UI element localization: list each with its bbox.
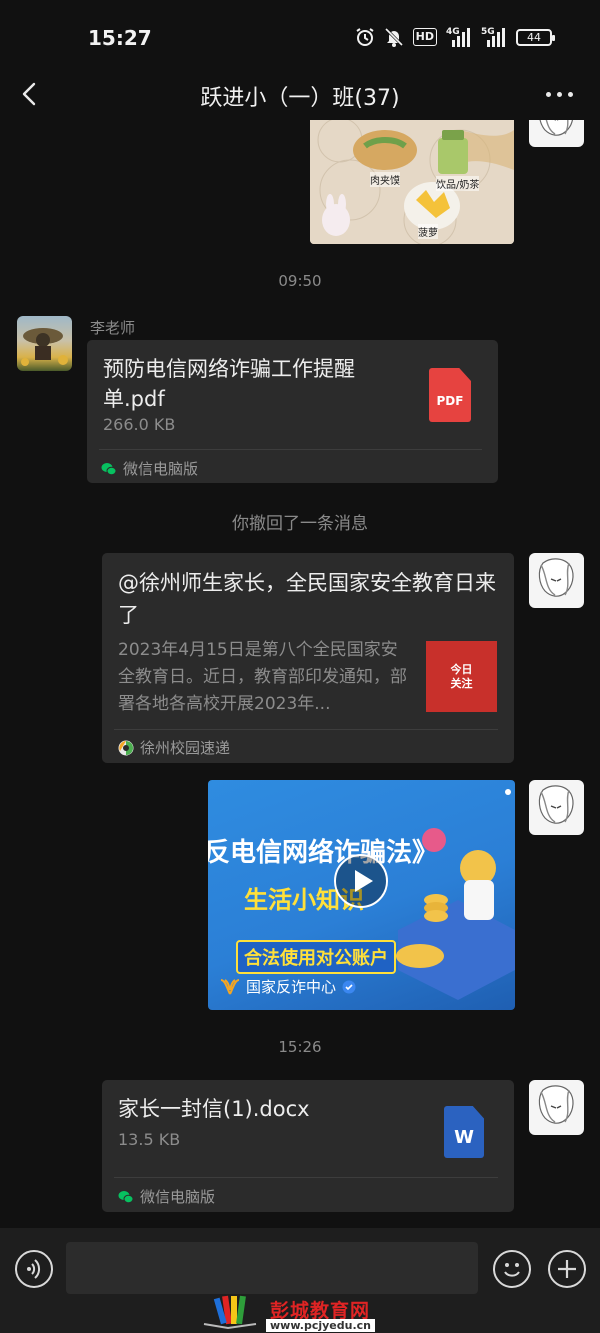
pdf-icon-label: PDF xyxy=(436,394,464,408)
more-options-button[interactable] xyxy=(546,84,576,104)
4g-signal-icon: 4G xyxy=(446,26,472,48)
file-source-label: 微信电脑版 xyxy=(123,460,199,478)
file-size: 13.5 KB xyxy=(118,1130,181,1149)
divider xyxy=(114,1177,498,1178)
watermark-url: www.pcjyedu.cn xyxy=(266,1319,375,1332)
article-title: @徐州师生家长，全民国家安全教育日来了 xyxy=(118,571,496,627)
pdf-file-message[interactable]: 预防电信网络诈骗工作提醒单.pdf 266.0 KB PDF 微信电脑版 xyxy=(87,340,498,483)
file-source: 微信电脑版 xyxy=(118,1186,215,1207)
plus-icon xyxy=(558,1260,576,1278)
article-source: 徐州校园速递 xyxy=(118,737,230,758)
time-label: 15:26 xyxy=(278,1038,322,1056)
image-label: 菠萝 xyxy=(418,224,438,239)
dot-icon xyxy=(546,91,551,97)
mute-bell-icon xyxy=(384,27,404,47)
chat-message-list[interactable]: 肉夹馍 饮品/奶茶 菠萝 09:50 李老师 预防电信网络诈骗工作提醒单.pdf… xyxy=(0,120,600,1228)
thumb-text-line1: 今日 xyxy=(450,663,473,676)
emoji-button[interactable] xyxy=(493,1250,531,1288)
verified-icon xyxy=(342,980,356,993)
my-avatar[interactable] xyxy=(529,120,584,147)
file-source: 微信电脑版 xyxy=(101,458,198,479)
alarm-icon xyxy=(355,27,375,47)
file-name: 家长一封信(1).docx xyxy=(118,1097,310,1121)
image-label: 肉夹馍 xyxy=(370,172,400,187)
watermark: 彭城教育网 www.pcjyedu.cn xyxy=(200,1292,400,1333)
video-message[interactable]: 反电信网络诈骗法》 生活小知识 合法使用对公账户 国家反诈中心 xyxy=(208,780,515,1010)
image-label: 饮品/奶茶 xyxy=(436,176,480,191)
file-name: 预防电信网络诈骗工作提醒单.pdf xyxy=(103,357,355,411)
my-avatar[interactable] xyxy=(529,553,584,608)
status-icons: HD 4G 5G 44 xyxy=(355,26,555,48)
word-file-icon: W xyxy=(444,1106,484,1158)
docx-file-message[interactable]: 家长一封信(1).docx 13.5 KB W 微信电脑版 xyxy=(102,1080,514,1212)
file-source-label: 微信电脑版 xyxy=(140,1188,216,1206)
status-bar: 15:27 HD 4G 5G 44 xyxy=(0,0,600,70)
chat-title: 跃进小（一）班(37) xyxy=(200,86,400,111)
video-title-line1: 反电信网络诈骗法》 xyxy=(208,838,439,868)
time-label: 09:50 xyxy=(278,272,322,290)
official-account-icon xyxy=(118,740,134,755)
voice-icon xyxy=(27,1259,41,1279)
my-avatar[interactable] xyxy=(529,780,584,835)
file-size: 266.0 KB xyxy=(103,415,176,434)
message-input[interactable] xyxy=(66,1242,478,1294)
status-time: 15:27 xyxy=(88,26,152,50)
pdf-file-icon: PDF xyxy=(429,368,471,422)
voice-button[interactable] xyxy=(15,1250,53,1288)
article-source-label: 徐州校园速递 xyxy=(140,739,231,757)
article-description: 2023年4月15日是第八个全民国家安全教育日。近日，教育部印发通知，部署各地各… xyxy=(118,640,407,714)
my-avatar[interactable] xyxy=(529,1080,584,1135)
battery-icon: 44 xyxy=(516,28,555,46)
recall-notice: 你撤回了一条消息 xyxy=(232,514,368,534)
wechat-icon xyxy=(101,462,117,475)
more-actions-button[interactable] xyxy=(548,1250,586,1288)
hd-icon: HD xyxy=(412,28,437,46)
video-tag: 合法使用对公账户 xyxy=(236,940,396,974)
dot-icon xyxy=(557,91,562,97)
smile-icon xyxy=(504,1263,520,1277)
video-channel-name: 国家反诈中心 xyxy=(246,978,337,996)
divider xyxy=(99,449,482,450)
play-button[interactable] xyxy=(334,854,388,908)
article-thumbnail: 今日 关注 xyxy=(426,641,497,712)
food-image-message[interactable]: 肉夹馍 饮品/奶茶 菠萝 xyxy=(310,120,514,244)
sender-name: 李老师 xyxy=(90,319,136,337)
word-icon-label: W xyxy=(454,1127,474,1148)
title-bar: 跃进小（一）班(37) xyxy=(0,70,600,120)
wechat-icon xyxy=(118,1190,134,1203)
video-channel: 国家反诈中心 xyxy=(220,976,356,997)
dot-icon xyxy=(568,91,573,97)
5g-signal-icon: 5G xyxy=(481,26,507,48)
channel-logo-icon xyxy=(220,978,240,994)
teacher-avatar[interactable] xyxy=(17,316,72,371)
divider xyxy=(114,729,498,730)
thumb-text-line2: 关注 xyxy=(450,677,473,690)
book-logo-icon xyxy=(203,1295,257,1330)
play-icon xyxy=(355,870,373,892)
article-message[interactable]: @徐州师生家长，全民国家安全教育日来了 2023年4月15日是第八个全民国家安全… xyxy=(102,553,514,763)
